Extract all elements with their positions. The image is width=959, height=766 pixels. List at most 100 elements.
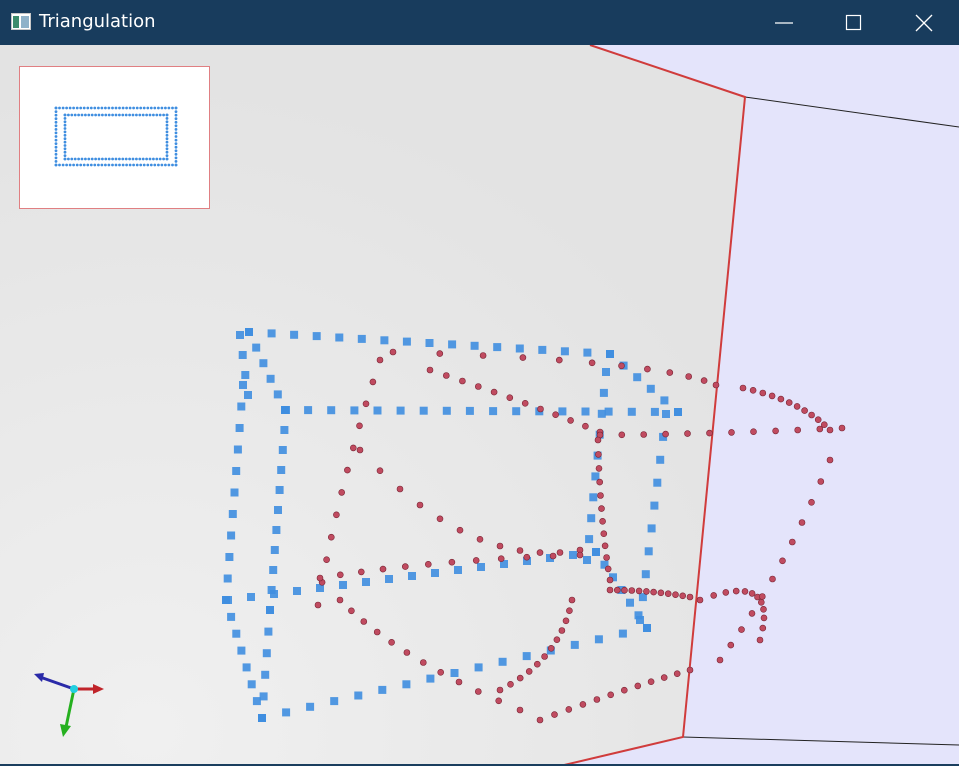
thumbnail-marker bbox=[54, 156, 58, 160]
thumbnail-marker bbox=[148, 157, 152, 161]
thumbnail-marker bbox=[146, 163, 150, 167]
close-icon bbox=[915, 14, 933, 31]
thumbnail-marker bbox=[94, 113, 97, 117]
triangulated-point bbox=[757, 598, 765, 606]
thumbnail-marker bbox=[164, 106, 167, 110]
pattern-marker bbox=[493, 343, 502, 352]
triangulated-point bbox=[644, 365, 651, 373]
pattern-marker bbox=[227, 612, 236, 621]
triangulated-point bbox=[314, 601, 322, 609]
triangulated-point bbox=[436, 350, 444, 357]
thumbnail-marker bbox=[153, 163, 157, 167]
thumbnail-marker bbox=[101, 113, 104, 117]
thumbnail-marker bbox=[61, 163, 65, 167]
pattern-marker bbox=[244, 391, 252, 399]
triangulated-point bbox=[628, 587, 636, 594]
thumbnail-marker bbox=[114, 157, 118, 161]
triangulated-point bbox=[316, 574, 324, 582]
triangulated-point bbox=[333, 511, 340, 519]
thumbnail-marker bbox=[82, 163, 86, 167]
pattern-marker bbox=[643, 624, 651, 632]
triangulated-point bbox=[336, 596, 344, 604]
thumbnail-marker bbox=[138, 113, 142, 117]
3d-viewport[interactable] bbox=[0, 45, 959, 766]
thumbnail-marker bbox=[72, 106, 75, 110]
pattern-marker bbox=[656, 455, 665, 464]
triangulated-point bbox=[579, 701, 587, 708]
pattern-marker bbox=[247, 593, 255, 601]
maximize-button[interactable] bbox=[819, 0, 889, 45]
triangulated-point bbox=[356, 422, 363, 430]
triangulated-point bbox=[801, 407, 808, 414]
thumbnail-marker bbox=[165, 150, 169, 154]
triangulated-point bbox=[808, 411, 815, 419]
minimize-button[interactable] bbox=[749, 0, 819, 45]
triangulated-point bbox=[768, 392, 776, 400]
triangulated-point bbox=[808, 498, 815, 506]
pattern-marker bbox=[538, 345, 547, 354]
pattern-marker bbox=[270, 546, 279, 554]
pattern-marker bbox=[357, 334, 366, 343]
triangulated-point bbox=[521, 399, 529, 407]
thumbnail-marker bbox=[107, 163, 111, 167]
thumbnail-marker bbox=[58, 163, 61, 167]
thumbnail-marker bbox=[61, 106, 65, 110]
thumbnail-marker bbox=[135, 163, 139, 167]
pattern-marker bbox=[402, 337, 411, 346]
thumbnail-marker bbox=[89, 163, 93, 167]
thumbnail-marker bbox=[54, 120, 58, 124]
thumbnail-marker bbox=[157, 106, 160, 110]
triangulated-point bbox=[448, 558, 456, 566]
z-axis-arrow bbox=[34, 673, 44, 682]
pattern-marker bbox=[650, 501, 659, 510]
thumbnail-marker bbox=[167, 163, 171, 167]
thumbnail-marker bbox=[86, 163, 90, 167]
triangulated-point bbox=[826, 456, 834, 464]
pattern-marker bbox=[627, 407, 636, 416]
triangulated-point bbox=[396, 485, 404, 493]
thumbnail-marker bbox=[152, 113, 155, 117]
pattern-marker bbox=[264, 627, 273, 636]
thumbnail-marker bbox=[121, 106, 125, 110]
thumbnail-marker bbox=[121, 157, 125, 161]
y-axis-arrow bbox=[60, 724, 71, 737]
thumbnail-marker bbox=[70, 113, 74, 117]
triangulated-point bbox=[760, 605, 767, 613]
close-button[interactable] bbox=[889, 0, 959, 45]
pattern-marker bbox=[242, 663, 251, 672]
thumbnail-marker bbox=[174, 131, 178, 135]
thumbnail-marker bbox=[86, 106, 90, 110]
triangulated-point bbox=[388, 638, 395, 646]
pattern-marker bbox=[270, 590, 278, 598]
triangulated-point bbox=[606, 586, 614, 594]
pattern-marker bbox=[269, 566, 278, 574]
triangulated-point bbox=[620, 686, 628, 694]
triangulated-point bbox=[686, 666, 694, 674]
triangulated-point bbox=[323, 556, 330, 564]
triangulated-point bbox=[598, 505, 605, 512]
triangulated-point bbox=[758, 593, 766, 600]
pattern-marker bbox=[259, 359, 268, 368]
thumbnail-marker bbox=[111, 113, 114, 117]
thumbnail-marker bbox=[174, 135, 178, 138]
thumbnail-marker bbox=[118, 106, 121, 110]
triangulated-point bbox=[593, 696, 601, 703]
triangulated-point bbox=[696, 596, 704, 604]
pattern-marker bbox=[633, 373, 642, 382]
triangulated-point bbox=[672, 591, 679, 599]
triangulated-point bbox=[657, 589, 665, 597]
triangulated-point bbox=[759, 624, 767, 632]
camera-thumbnail[interactable] bbox=[19, 66, 210, 209]
thumbnail-marker bbox=[174, 163, 178, 167]
triangulated-point bbox=[536, 549, 544, 556]
thumbnail-marker bbox=[174, 117, 178, 121]
thumbnail-marker bbox=[63, 120, 67, 124]
pattern-marker bbox=[599, 388, 608, 397]
thumbnail-marker bbox=[82, 106, 86, 110]
triangulated-point bbox=[516, 674, 524, 682]
thumbnail-marker bbox=[118, 113, 121, 117]
thumbnail-marker bbox=[58, 106, 61, 110]
triangulated-point bbox=[621, 586, 628, 594]
title-bar[interactable]: Triangulation bbox=[0, 0, 959, 45]
triangulated-point bbox=[604, 565, 612, 573]
